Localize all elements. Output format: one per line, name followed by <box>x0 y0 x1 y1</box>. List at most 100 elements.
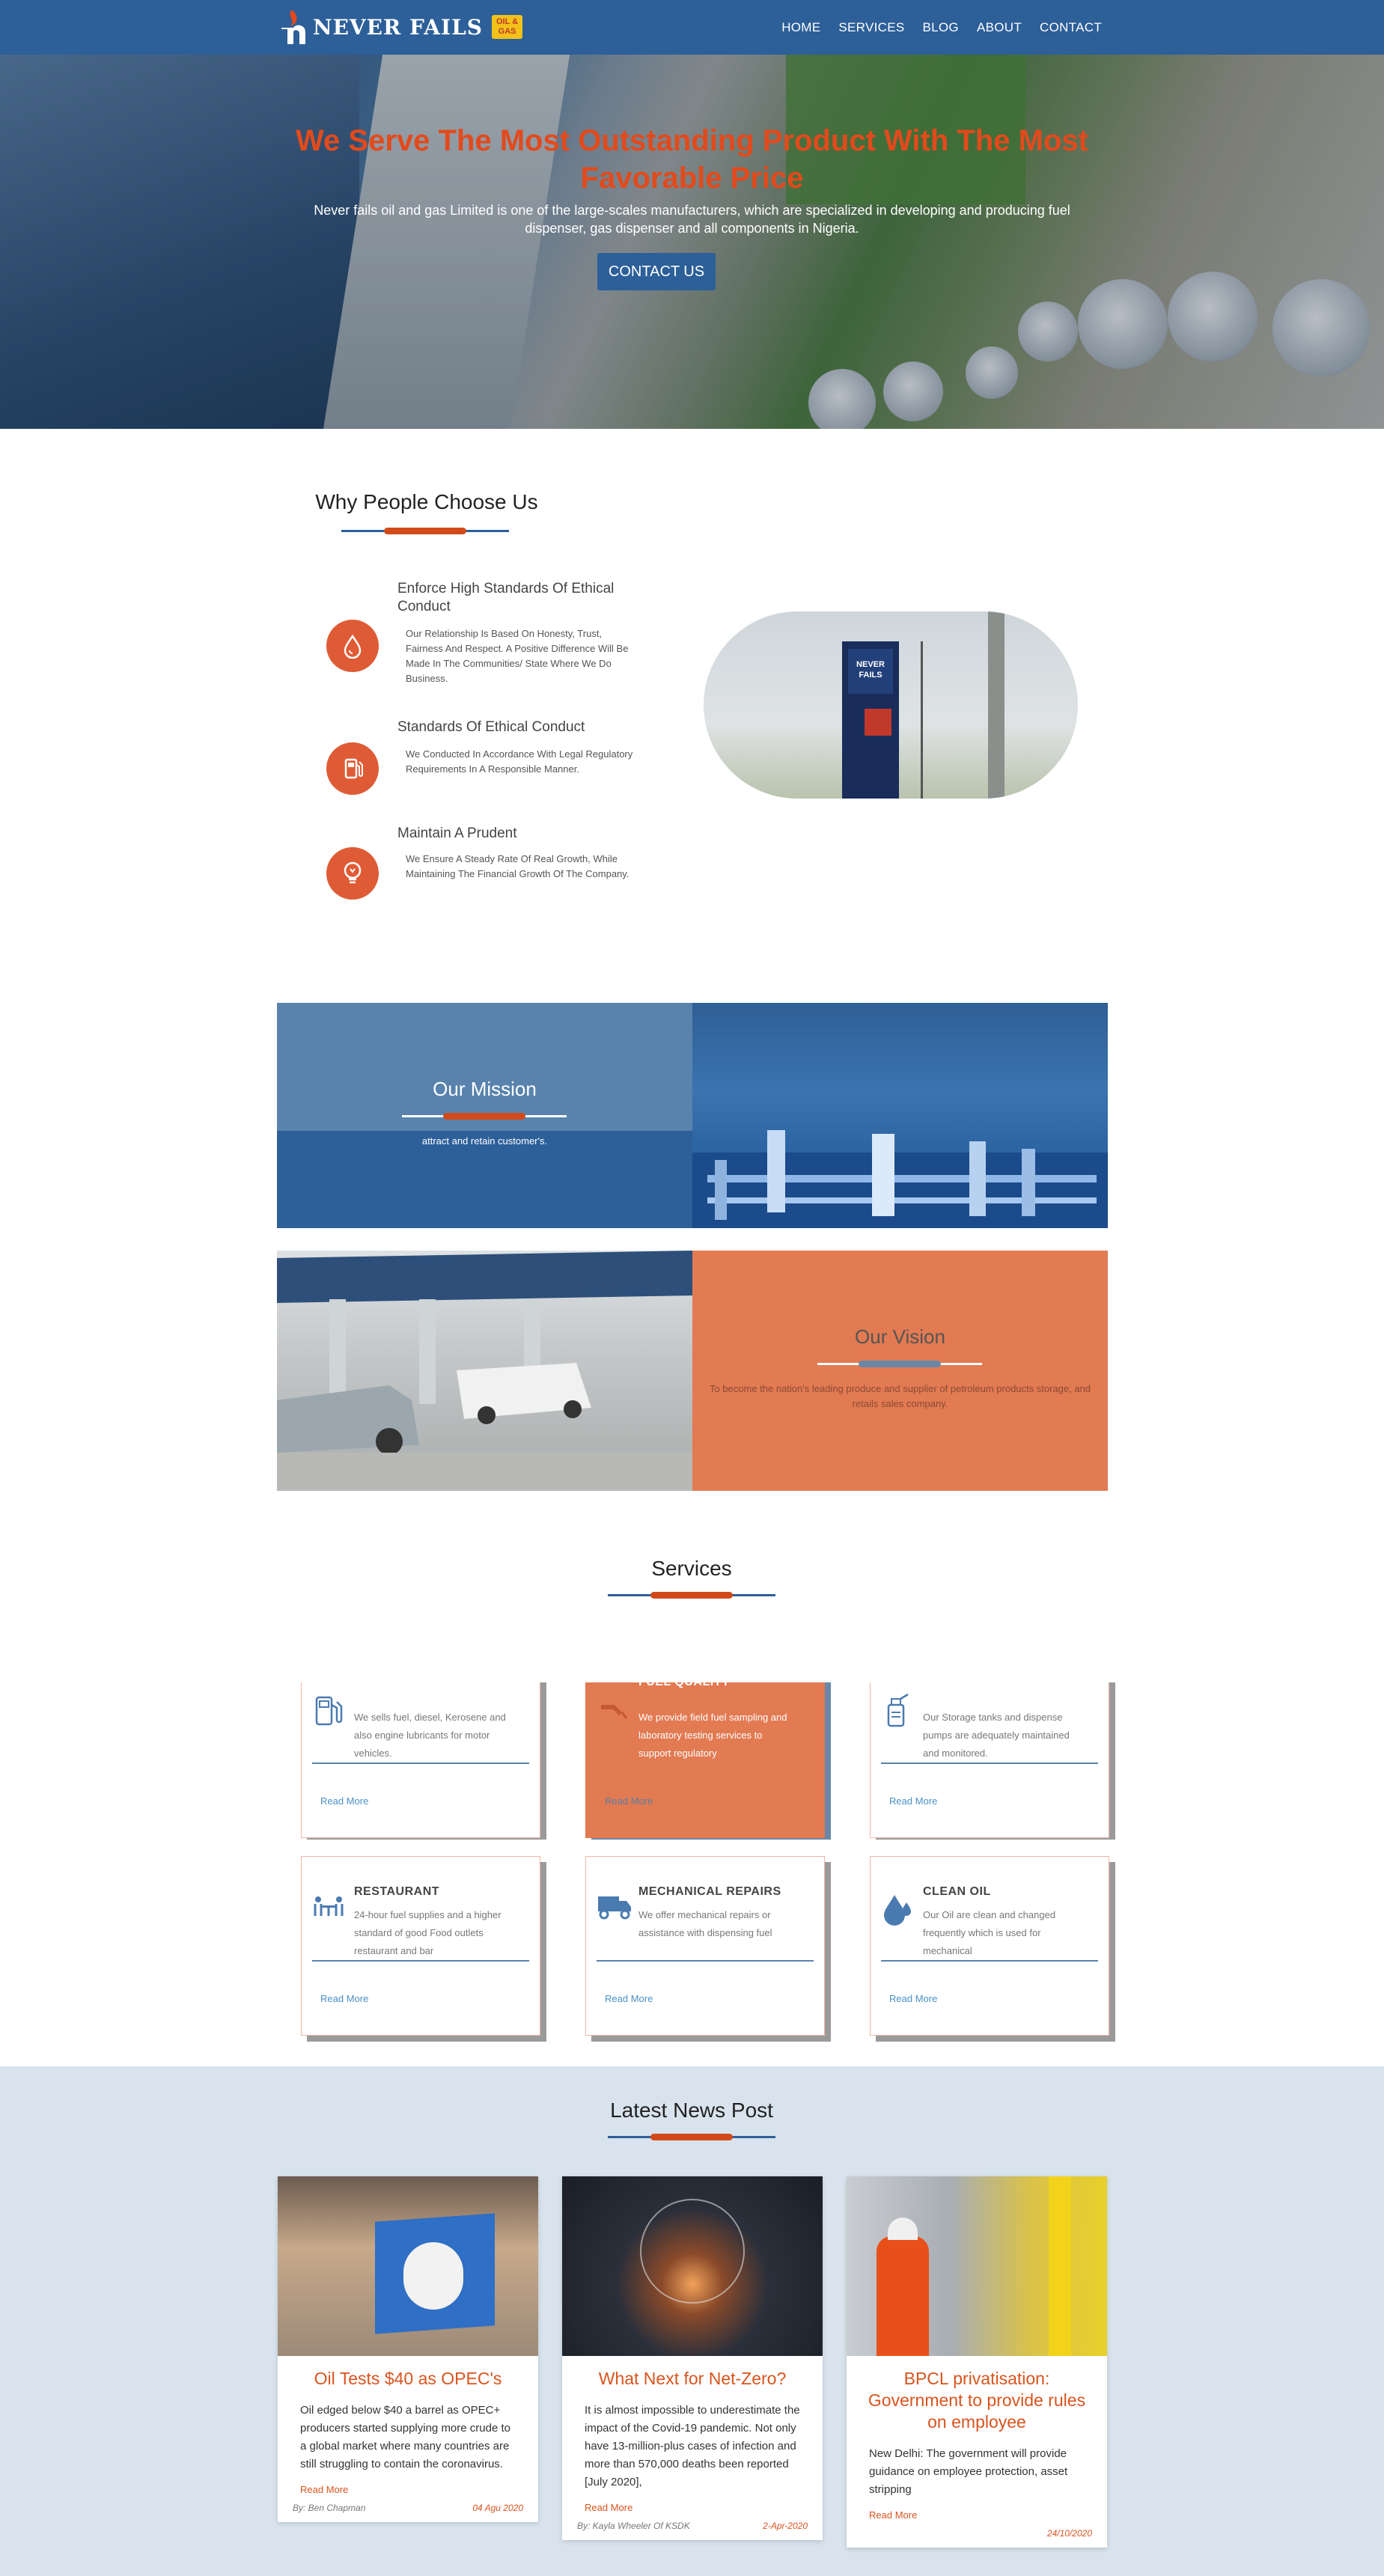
light-pole <box>921 641 923 799</box>
mission-text: attract and retain customer's. <box>421 1135 548 1147</box>
news-read-more-link[interactable]: Read More <box>585 2502 800 2513</box>
nav-contact[interactable]: CONTACT <box>1040 20 1102 35</box>
news-card-text: It is almost impossible to underestimate… <box>585 2404 800 2488</box>
why-item: Maintain A Prudent We Ensure A Steady Ra… <box>326 825 641 915</box>
hero-overlay <box>0 55 1384 429</box>
news-card[interactable]: Oil Tests $40 as OPEC's Oil edged below … <box>278 2176 538 2522</box>
nav-services[interactable]: SERVICES <box>838 20 904 35</box>
badge-line1: OIL & <box>496 17 519 26</box>
news-read-more-link[interactable]: Read More <box>300 2484 516 2495</box>
why-item-heading: Maintain A Prudent <box>397 825 517 841</box>
service-card-fuel-quality: FUEL QUALITY We provide field fuel sampl… <box>585 1682 825 1838</box>
contact-us-button[interactable]: CONTACT US <box>597 253 716 290</box>
mission-panel-top <box>277 1003 692 1131</box>
service-text: 24-hour fuel supplies and a higher stand… <box>354 1909 502 1956</box>
gas-station-image <box>277 1251 692 1491</box>
hero-banner: We Serve The Most Outstanding Product Wi… <box>0 55 1384 429</box>
mission-panel: Our Mission attract and retain customer'… <box>277 1003 692 1228</box>
truck-icon <box>597 1890 631 1923</box>
hero-title: We Serve The Most Outstanding Product Wi… <box>296 124 1088 195</box>
fuel-station-sign-image: NEVER FAILS <box>704 611 1078 799</box>
nav-about[interactable]: ABOUT <box>977 20 1022 35</box>
service-text: Our Storage tanks and dispense pumps are… <box>923 1712 1070 1759</box>
service-title: FUEL QUALITY <box>638 1682 730 1689</box>
news-card-text: New Delhi: The government will provide g… <box>869 2447 1068 2496</box>
brand-badge: OIL & GAS <box>492 15 523 39</box>
why-item-text: Our Relationship Is Based On Honesty, Tr… <box>406 628 629 684</box>
drop-icon <box>326 620 379 672</box>
service-title: CLEAN OIL <box>923 1885 991 1898</box>
service-read-more-link[interactable]: Read More <box>605 1993 653 2004</box>
services-underline <box>608 1592 775 1599</box>
vision-panel: Our Vision To become the nation's leadin… <box>692 1251 1108 1491</box>
mission-title: Our Mission <box>433 1078 537 1100</box>
why-item: Enforce High Standards Of Ethical Conduc… <box>326 580 641 692</box>
news-card-date: 04 Agu 2020 <box>472 2503 523 2513</box>
service-divider <box>881 1960 1098 1962</box>
oil-drops-icon <box>881 1890 914 1926</box>
navbar: NEVER FAILS OIL & GAS HOME SERVICES BLOG… <box>0 0 1384 55</box>
why-underline <box>341 528 509 534</box>
vision-underline <box>817 1361 982 1367</box>
sign-logo: NEVER FAILS <box>848 649 893 694</box>
service-read-more-link[interactable]: Read More <box>889 1795 937 1807</box>
news-card-title[interactable]: What Next for Net-Zero? <box>577 2368 808 2390</box>
service-read-more-link[interactable]: Read More <box>320 1993 368 2004</box>
yellow-pipe <box>1049 2176 1071 2356</box>
service-divider <box>597 1960 814 1962</box>
oil-can-icon <box>881 1693 914 1727</box>
hero-subtitle: Never fails oil and gas Limited is one o… <box>314 203 1070 236</box>
news-underline <box>608 2134 775 2140</box>
utility-pole <box>988 611 1005 799</box>
bulb-icon <box>326 847 379 900</box>
flame-logo-icon <box>277 7 308 47</box>
people-table-icon <box>312 1890 345 1923</box>
news-card-title[interactable]: Oil Tests $40 as OPEC's <box>293 2368 523 2390</box>
nav-menu: HOME SERVICES BLOG ABOUT CONTACT <box>781 20 1102 35</box>
news-card-author: By: Kayla Wheeler Of KSDK <box>577 2521 690 2531</box>
worker-helmet <box>888 2218 918 2240</box>
mission-underline <box>402 1113 567 1120</box>
services-row-1: We sells fuel, diesel, Kerosene and also… <box>0 1682 1384 1840</box>
why-item-text: We Ensure A Steady Rate Of Real Growth, … <box>406 853 629 879</box>
service-read-more-link[interactable]: Read More <box>889 1993 937 2004</box>
opec-flag-image <box>278 2176 538 2356</box>
news-card-title[interactable]: BPCL privatisation: Government to provid… <box>862 2368 1092 2433</box>
service-title: RESTAURANT <box>354 1885 440 1898</box>
service-read-more-link[interactable]: Read More <box>320 1795 368 1807</box>
news-card[interactable]: BPCL privatisation: Government to provid… <box>847 2176 1107 2548</box>
worker-figure <box>877 2236 929 2356</box>
service-text: We sells fuel, diesel, Kerosene and also… <box>354 1712 506 1759</box>
news-card-text: Oil edged below $40 a barrel as OPEC+ pr… <box>300 2404 510 2470</box>
news-card-footer: 24/10/2020 <box>862 2528 1092 2539</box>
brand-name: NEVER FAILS <box>313 14 483 40</box>
why-item-heading: Standards Of Ethical Conduct <box>397 719 585 735</box>
service-card: Our Storage tanks and dispense pumps are… <box>870 1682 1109 1838</box>
why-item: Standards Of Ethical Conduct We Conducte… <box>326 718 641 808</box>
news-read-more-link[interactable]: Read More <box>869 2509 1085 2521</box>
vision-text: To become the nation's leading produce a… <box>709 1383 1091 1409</box>
nav-home[interactable]: HOME <box>781 20 820 35</box>
sign-price-board <box>865 709 891 736</box>
news-card[interactable]: What Next for Net-Zero? It is almost imp… <box>562 2176 823 2540</box>
service-divider <box>312 1762 529 1764</box>
globe-ring <box>640 2199 745 2304</box>
refinery-pipes-image <box>692 1003 1108 1228</box>
nav-blog[interactable]: BLOG <box>922 20 958 35</box>
service-text: We provide field fuel sampling and labor… <box>638 1712 787 1759</box>
service-card-clean-oil: CLEAN OIL Our Oil are clean and changed … <box>870 1856 1109 2036</box>
fuel-pump-icon <box>326 742 379 795</box>
fuel-pump-icon <box>312 1693 345 1726</box>
service-read-more-link[interactable]: Read More <box>605 1795 653 1807</box>
why-title: Why People Choose Us <box>315 490 538 513</box>
news-card-date: 2-Apr-2020 <box>763 2521 808 2531</box>
news-card-footer: By: Ben Chapman 04 Agu 2020 <box>293 2503 523 2513</box>
vision-title: Our Vision <box>855 1325 945 1348</box>
refinery-worker-image <box>847 2176 1107 2356</box>
news-title: Latest News Post <box>610 2099 773 2122</box>
service-text: We offer mechanical repairs or assistanc… <box>638 1909 772 1938</box>
service-divider <box>881 1762 1098 1764</box>
service-card-mechanical-repairs: MECHANICAL REPAIRS We offer mechanical r… <box>585 1856 825 2036</box>
service-card-restaurant: RESTAURANT 24-hour fuel supplies and a h… <box>301 1856 540 2036</box>
brand-logo[interactable]: NEVER FAILS OIL & GAS <box>277 6 523 48</box>
